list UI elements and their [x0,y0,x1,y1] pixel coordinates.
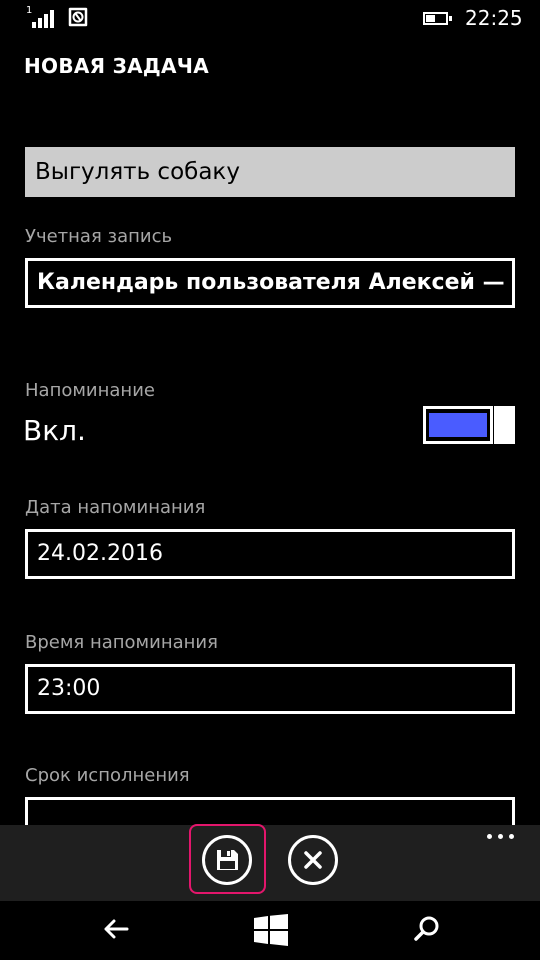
sim-number: 1 [26,5,33,16]
status-clock: 22:25 [465,6,523,30]
windows-start-icon[interactable] [254,914,288,946]
search-icon[interactable] [413,915,441,943]
account-select[interactable]: Календарь пользователя Алексей — Outl [25,258,515,308]
reminder-label: Напоминание [25,380,155,401]
reminder-time-label: Время напоминания [25,632,218,653]
status-bar: 1 22:25 [0,0,540,34]
back-arrow-icon[interactable] [101,917,131,941]
task-title-input[interactable]: Выгулять собаку [25,147,515,197]
battery-icon [423,12,453,25]
app-bar [0,825,540,901]
sync-icon [66,6,90,28]
save-button-highlight [189,824,266,894]
page-title: НОВАЯ ЗАДАЧА [24,54,210,78]
reminder-toggle[interactable] [423,406,515,444]
account-label: Учетная запись [25,226,173,247]
cancel-icon [304,851,322,869]
signal-icon: 1 [26,6,58,28]
cancel-button[interactable] [288,835,338,885]
reminder-date-label: Дата напоминания [25,497,206,518]
more-icon[interactable] [487,834,519,844]
reminder-state: Вкл. [23,414,86,447]
due-date-label: Срок исполнения [25,765,190,786]
nav-bar [0,901,540,960]
reminder-time-field[interactable]: 23:00 [25,664,515,714]
reminder-date-field[interactable]: 24.02.2016 [25,529,515,579]
